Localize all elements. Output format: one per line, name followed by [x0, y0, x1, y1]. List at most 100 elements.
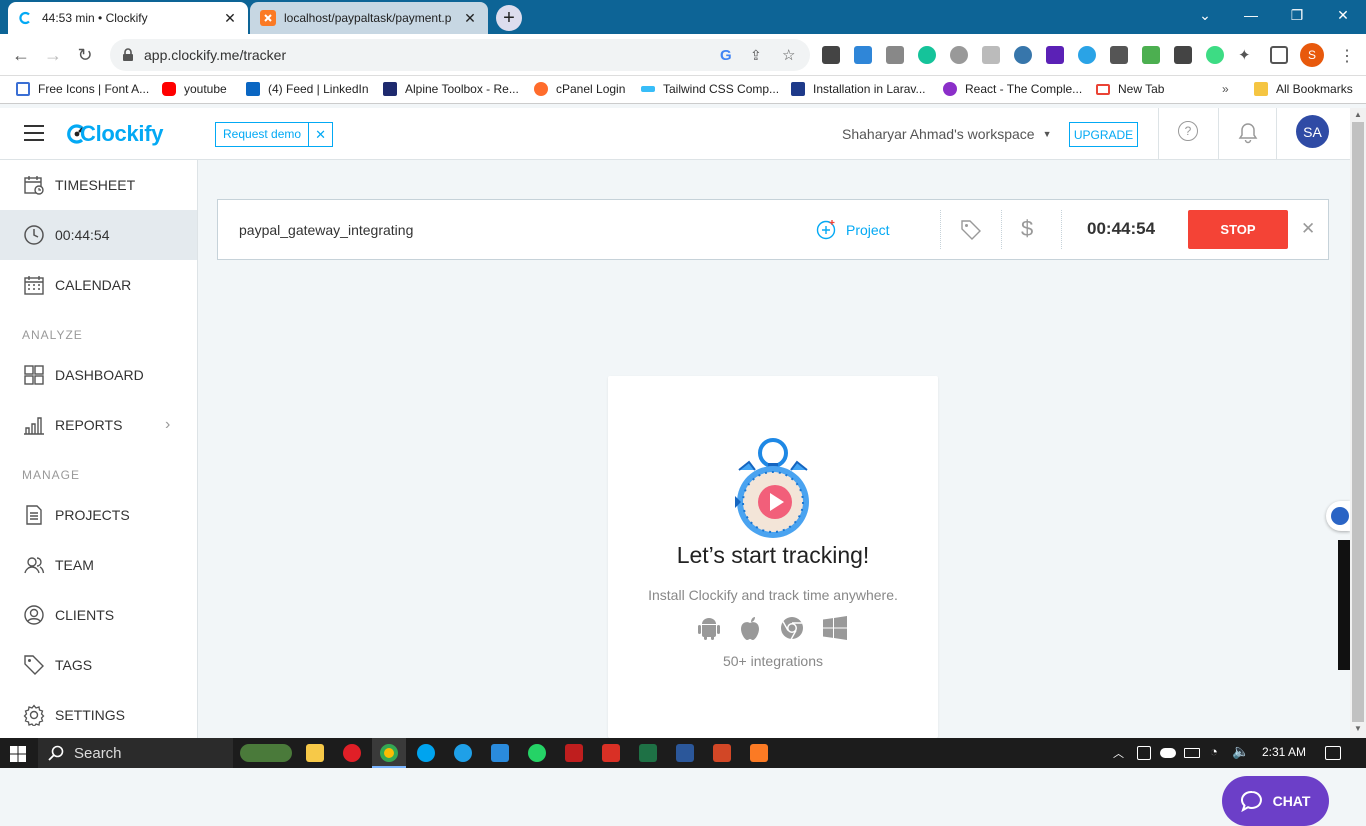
bookmark-item[interactable]: Alpine Toolbox - Re...: [383, 82, 519, 96]
scrollbar-thumb[interactable]: [1352, 122, 1364, 722]
scroll-up-arrow-icon[interactable]: ▲: [1350, 110, 1366, 119]
sidebar-item-clients[interactable]: CLIENTS: [0, 590, 197, 640]
close-window-button[interactable]: ✕: [1320, 0, 1366, 30]
close-tab-icon[interactable]: ✕: [222, 10, 238, 27]
bookmark-item[interactable]: Tailwind CSS Comp...: [641, 82, 779, 96]
minimize-button[interactable]: —: [1228, 0, 1274, 30]
all-bookmarks[interactable]: All Bookmarks: [1254, 82, 1353, 96]
restore-button[interactable]: ❐: [1274, 0, 1320, 30]
android-icon[interactable]: [698, 616, 720, 640]
python-extension-icon[interactable]: [1014, 46, 1032, 64]
word-icon[interactable]: [676, 744, 694, 762]
reload-button[interactable]: ↻: [72, 42, 98, 68]
chrome-menu-icon[interactable]: ⋮: [1338, 46, 1356, 65]
chrome-taskbar-icon[interactable]: [380, 744, 398, 762]
extension-icon[interactable]: [982, 46, 1000, 64]
share-icon[interactable]: ⇪: [750, 47, 762, 64]
dismiss-demo-icon[interactable]: ✕: [308, 123, 332, 146]
wifi-icon[interactable]: ◔: [1210, 744, 1218, 759]
edge-icon[interactable]: [454, 744, 472, 762]
camera-extension-icon[interactable]: [886, 46, 904, 64]
user-avatar[interactable]: SA: [1296, 115, 1329, 148]
tag-icon[interactable]: [960, 219, 982, 241]
discard-timer-icon[interactable]: ✕: [1301, 219, 1315, 239]
extension-icon[interactable]: [950, 46, 968, 64]
sidebar-item-reports[interactable]: REPORTS ›: [0, 400, 197, 450]
pocket-extension-icon[interactable]: [822, 46, 840, 64]
side-panel-icon[interactable]: [1270, 46, 1288, 64]
workspace-selector[interactable]: Shaharyar Ahmad's workspace ▼: [842, 126, 1051, 142]
hamburger-menu-icon[interactable]: [24, 125, 44, 141]
apple-icon[interactable]: [739, 616, 761, 640]
bookmarks-overflow-icon[interactable]: »: [1222, 82, 1229, 96]
project-picker-button[interactable]: Project: [816, 219, 890, 240]
bookmark-star-icon[interactable]: ☆: [782, 46, 795, 64]
xampp-icon[interactable]: [750, 744, 768, 762]
extension-icon[interactable]: [1206, 46, 1224, 64]
weather-widget-icon[interactable]: [240, 744, 292, 762]
address-bar[interactable]: app.clockify.me/tracker G ⇪ ☆: [110, 39, 810, 71]
help-icon[interactable]: ?: [1178, 121, 1198, 141]
profile-avatar[interactable]: S: [1300, 43, 1324, 67]
notifications-icon[interactable]: [1325, 746, 1341, 760]
sidebar-item-team[interactable]: TEAM: [0, 540, 197, 590]
battery-icon[interactable]: [1184, 748, 1200, 758]
billable-dollar-icon[interactable]: $: [1021, 216, 1033, 242]
description-input[interactable]: paypal_gateway_integrating: [239, 222, 413, 238]
sidebar-item-dashboard[interactable]: DASHBOARD: [0, 350, 197, 400]
back-button[interactable]: ←: [8, 42, 34, 68]
opera-icon[interactable]: [343, 744, 361, 762]
chat-button[interactable]: CHAT: [1222, 776, 1329, 826]
sidebar-item-timesheet[interactable]: TIMESHEET: [0, 160, 197, 210]
sidebar-item-calendar[interactable]: CALENDAR: [0, 260, 197, 310]
extension-icon[interactable]: [1046, 46, 1064, 64]
upgrade-button[interactable]: UPGRADE: [1069, 122, 1138, 147]
anydesk-icon[interactable]: [602, 744, 620, 762]
excel-icon[interactable]: [639, 744, 657, 762]
close-tab-icon[interactable]: ✕: [462, 10, 478, 27]
extensions-puzzle-icon[interactable]: ✦: [1238, 46, 1256, 64]
skype-icon[interactable]: [417, 744, 435, 762]
extension-icon[interactable]: [1142, 46, 1160, 64]
forward-button[interactable]: →: [40, 42, 66, 68]
meet-now-icon[interactable]: [1137, 746, 1151, 760]
stop-button[interactable]: STOP: [1188, 210, 1288, 249]
taskbar-search-box[interactable]: Search: [38, 738, 233, 768]
sidebar-item-tags[interactable]: TAGS: [0, 640, 197, 690]
tray-overflow-icon[interactable]: ︿: [1113, 745, 1124, 761]
sidebar-item-projects[interactable]: PROJECTS: [0, 490, 197, 540]
bookmark-item[interactable]: New Tab: [1096, 82, 1164, 96]
chrome-icon[interactable]: [780, 616, 804, 640]
sidebar-item-settings[interactable]: SETTINGS: [0, 690, 197, 740]
assistant-widget-icon[interactable]: [1326, 501, 1350, 531]
tab-search-icon[interactable]: ⌄: [1182, 0, 1228, 30]
vscode-icon[interactable]: [491, 744, 509, 762]
filezilla-icon[interactable]: [565, 744, 583, 762]
bookmark-item[interactable]: Installation in Larav...: [791, 82, 926, 96]
bookmark-item[interactable]: cPanel Login: [534, 82, 625, 96]
windows-start-icon[interactable]: [10, 746, 26, 762]
extension-icon[interactable]: [854, 46, 872, 64]
sidebar-item-tracker[interactable]: 00:44:54: [0, 210, 197, 260]
onedrive-icon[interactable]: [1160, 748, 1176, 758]
bookmark-item[interactable]: youtube: [162, 82, 227, 96]
notification-bell-icon[interactable]: [1238, 122, 1258, 144]
tab-clockify[interactable]: 44:53 min • Clockify ✕: [8, 2, 248, 34]
integrations-link[interactable]: 50+ integrations: [608, 653, 938, 669]
bookmark-item[interactable]: (4) Feed | LinkedIn: [246, 82, 369, 96]
google-icon[interactable]: G: [720, 47, 732, 64]
scroll-down-arrow-icon[interactable]: ▼: [1350, 724, 1366, 733]
page-scrollbar[interactable]: ▲ ▼: [1350, 108, 1366, 738]
windows-icon[interactable]: [823, 616, 847, 640]
extension-icon[interactable]: [1110, 46, 1128, 64]
bookmark-item[interactable]: Free Icons | Font A...: [16, 82, 149, 96]
whatsapp-icon[interactable]: [528, 744, 546, 762]
powerpoint-icon[interactable]: [713, 744, 731, 762]
extension-icon[interactable]: [1078, 46, 1096, 64]
clock-time[interactable]: 2:31 AM: [1262, 745, 1306, 759]
grammarly-extension-icon[interactable]: [918, 46, 936, 64]
file-explorer-icon[interactable]: [306, 744, 324, 762]
clockify-logo[interactable]: Clockify: [66, 121, 169, 147]
extension-icon[interactable]: [1174, 46, 1192, 64]
volume-icon[interactable]: 🔈: [1232, 743, 1249, 760]
